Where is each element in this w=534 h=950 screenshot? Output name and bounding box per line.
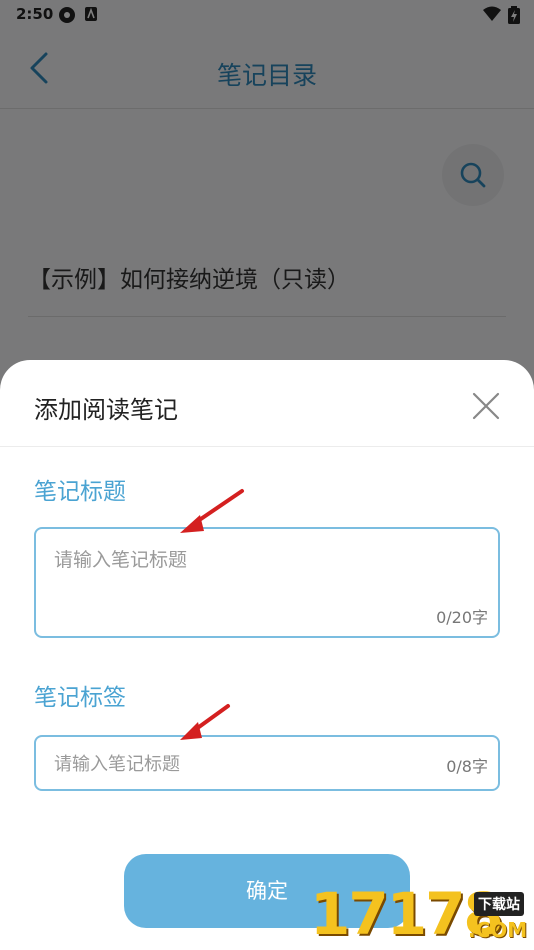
- note-tag-label: 笔记标签: [34, 685, 126, 711]
- sheet-title: 添加阅读笔记: [34, 396, 178, 424]
- note-title-input[interactable]: [52, 543, 486, 607]
- note-tag-counter: 0/8字: [446, 757, 488, 776]
- close-icon[interactable]: [468, 388, 504, 424]
- watermark-sub: 下载站: [474, 892, 524, 916]
- note-title-label: 笔记标题: [34, 479, 126, 505]
- sheet-header: 添加阅读笔记: [0, 360, 534, 447]
- watermark-domain: .COM: [468, 918, 528, 942]
- annotation-arrow-icon: [180, 704, 230, 740]
- note-tag-input[interactable]: [52, 749, 426, 779]
- add-note-sheet: 添加阅读笔记 笔记标题 0/20字 笔记标签 0/8字 确定: [0, 360, 534, 950]
- note-title-field[interactable]: 0/20字: [34, 527, 500, 638]
- watermark-logo: 17178 下载站 .COM: [308, 880, 534, 950]
- annotation-arrow-icon: [180, 489, 244, 533]
- note-title-counter: 0/20字: [436, 608, 488, 627]
- note-tag-field[interactable]: 0/8字: [34, 735, 500, 791]
